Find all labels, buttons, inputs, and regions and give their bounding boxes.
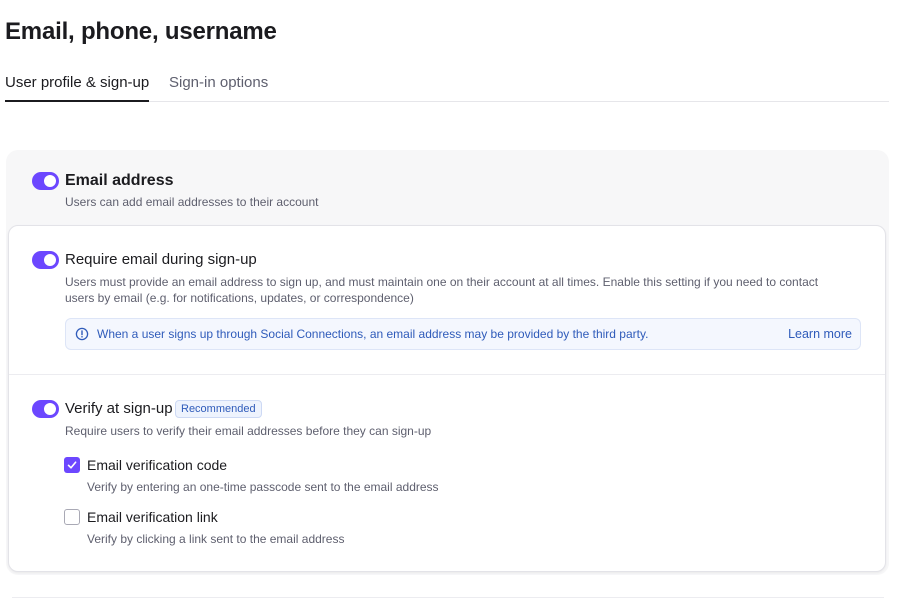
require-email-description-line-1: Users must provide an email address to s… [65,275,819,289]
email-verification-code-label[interactable]: Email verification code [87,457,227,473]
social-connections-info-alert: When a user signs up through Social Conn… [65,318,861,350]
page-title: Email, phone, username [5,18,277,45]
verify-at-signup-toggle[interactable] [32,400,59,418]
toggle-knob [44,175,56,187]
learn-more-link[interactable]: Learn more [788,327,852,341]
require-email-toggle[interactable] [32,251,59,269]
email-verification-link-description: Verify by clicking a link sent to the em… [87,532,345,546]
email-verification-code-description: Verify by entering an one-time passcode … [87,480,439,494]
tab-sign-in-options[interactable]: Sign-in options [169,74,268,102]
toggle-knob [44,254,56,266]
email-address-label: Email address [65,172,174,189]
email-address-toggle[interactable] [32,172,59,190]
require-email-label: Require email during sign-up [65,251,257,268]
email-verification-link-label[interactable]: Email verification link [87,509,218,525]
checkmark-icon [67,461,77,469]
email-address-description: Users can add email addresses to their a… [65,195,319,209]
email-verification-link-checkbox[interactable] [64,509,80,525]
toggle-knob [44,403,56,415]
section-divider [9,374,885,375]
email-verification-code-checkbox[interactable] [64,457,80,473]
verify-at-signup-label: Verify at sign-up [65,400,173,417]
recommended-badge: Recommended [175,400,262,418]
info-circle-icon [75,327,89,341]
info-alert-text: When a user signs up through Social Conn… [97,327,649,341]
require-email-description-line-2: users by email (e.g. for notifications, … [65,291,414,305]
verify-at-signup-description: Require users to verify their email addr… [65,424,432,438]
tab-bar: User profile & sign-up Sign-in options [5,72,889,102]
tab-user-profile-signup[interactable]: User profile & sign-up [5,74,150,102]
